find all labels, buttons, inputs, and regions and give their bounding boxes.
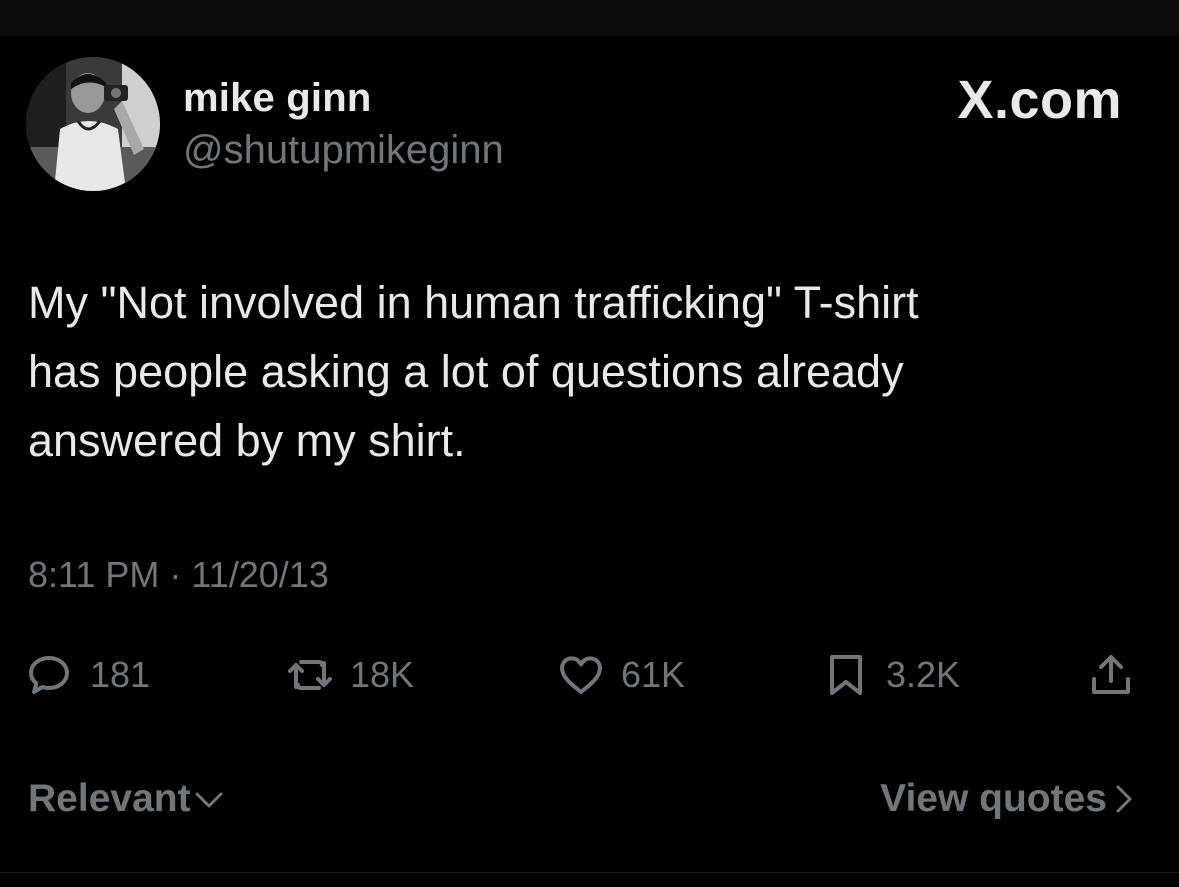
chevron-down-icon (195, 792, 223, 808)
sort-dropdown[interactable]: Relevant (28, 775, 227, 823)
reply-count: 181 (90, 654, 151, 695)
author-handle[interactable]: @shutupmikeginn (183, 126, 504, 174)
bookmark-icon (830, 655, 862, 695)
view-quotes-link[interactable]: View quotes (880, 775, 1141, 823)
author-display-name[interactable]: mike ginn (183, 74, 372, 122)
chevron-right-icon (1116, 785, 1132, 813)
avatar-photo (26, 57, 160, 191)
bookmark-button[interactable]: 3.2K (822, 644, 960, 706)
share-icon (1092, 655, 1130, 694)
share-button[interactable] (1087, 644, 1135, 706)
repost-button[interactable]: 18K (286, 644, 414, 706)
action-bar: 181 18K 61K 3.2K (0, 644, 1179, 706)
top-bar (0, 0, 1179, 36)
sort-label: Relevant (28, 777, 191, 820)
reply-icon (29, 656, 69, 694)
brand-logo-text: X.com (957, 70, 1122, 130)
view-quotes-label: View quotes (880, 777, 1107, 820)
divider (0, 872, 1179, 873)
tweet-text: My "Not involved in human trafficking" T… (28, 277, 919, 466)
heart-icon (560, 656, 602, 694)
bookmark-count: 3.2K (886, 654, 961, 695)
repost-icon (288, 660, 332, 690)
like-count: 61K (621, 654, 686, 695)
tweet-screenshot: mike ginn @shutupmikeginn X.com My "Not … (0, 0, 1179, 887)
like-button[interactable]: 61K (557, 644, 685, 706)
repost-count: 18K (350, 654, 415, 695)
reply-button[interactable]: 181 (26, 644, 150, 706)
avatar[interactable] (26, 57, 160, 191)
tweet-timestamp[interactable]: 8:11 PM · 11/20/13 (28, 552, 329, 598)
